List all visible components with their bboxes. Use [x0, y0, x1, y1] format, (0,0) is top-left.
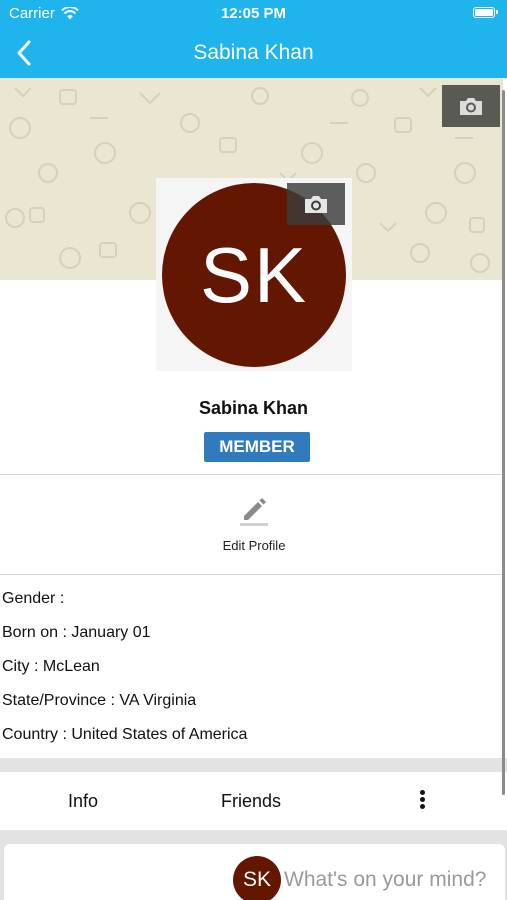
- tab-friends[interactable]: Friends: [221, 791, 281, 812]
- member-badge: MEMBER: [204, 432, 310, 462]
- battery-icon: [473, 7, 498, 18]
- cover-camera-button[interactable]: [442, 85, 500, 127]
- scrollbar[interactable]: [502, 90, 505, 795]
- composer-avatar: SK: [233, 856, 281, 900]
- detail-country: Country : United States of America: [2, 726, 248, 743]
- detail-state: State/Province : VA Virginia: [2, 692, 197, 709]
- more-options-button[interactable]: [412, 788, 432, 816]
- detail-city: City : McLean: [2, 658, 100, 675]
- post-composer[interactable]: SK What's on your mind?: [4, 844, 505, 900]
- detail-birthday: Born on : January 01: [2, 624, 151, 641]
- profile-details: Gender : Born on : January 01 City : McL…: [2, 588, 247, 758]
- status-time: 12:05 PM: [220, 5, 287, 22]
- profile-screen: Carrier 12:05 PM Sabina Khan SK Sabina K…: [0, 0, 507, 900]
- tab-info[interactable]: Info: [68, 791, 98, 812]
- divider: [0, 474, 503, 475]
- profile-tabs: Info Friends: [0, 772, 503, 830]
- section-separator: [0, 758, 507, 772]
- profile-name: Sabina Khan: [198, 398, 309, 418]
- status-bar: Carrier 12:05 PM: [0, 0, 507, 28]
- avatar-camera-button[interactable]: [287, 183, 345, 225]
- detail-gender: Gender :: [2, 590, 65, 607]
- edit-profile-label: Edit Profile: [222, 538, 286, 553]
- nav-bar: Sabina Khan: [0, 28, 507, 78]
- avatar-frame: SK: [156, 178, 352, 371]
- edit-profile-button[interactable]: Edit Profile: [203, 490, 305, 560]
- camera-icon: [460, 97, 482, 115]
- pencil-icon: [240, 498, 268, 526]
- divider: [0, 574, 503, 575]
- page-title: Sabina Khan: [193, 41, 314, 64]
- status-input[interactable]: What's on your mind?: [284, 868, 486, 892]
- camera-icon: [305, 195, 327, 213]
